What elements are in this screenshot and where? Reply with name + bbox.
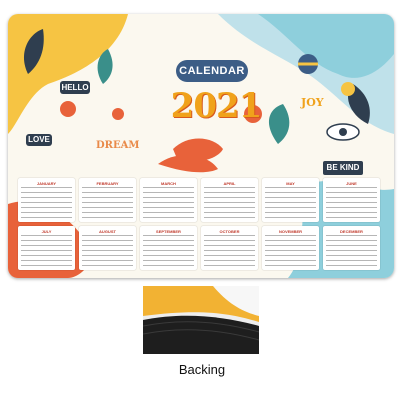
month-card: OCTOBER <box>201 226 258 270</box>
month-days <box>143 187 194 219</box>
month-card: APRIL <box>201 178 258 222</box>
month-days <box>326 235 377 267</box>
month-days <box>204 187 255 219</box>
month-name: SEPTEMBER <box>156 229 181 234</box>
month-days <box>82 235 133 267</box>
rubber-backing-illustration <box>143 286 259 354</box>
calendar-year: 2021 <box>170 86 263 126</box>
month-name: JUNE <box>346 181 357 186</box>
month-name: OCTOBER <box>219 229 240 234</box>
calendar-mousepad: CALENDAR 2021 HELLO DREAM JOY BE KIND LO… <box>8 14 394 278</box>
month-card: JULY <box>18 226 75 270</box>
month-days <box>82 187 133 219</box>
joy-sticker: JOY <box>301 96 324 109</box>
month-name: MARCH <box>161 181 176 186</box>
month-card: NOVEMBER <box>262 226 319 270</box>
month-name: FEBRUARY <box>96 181 119 186</box>
month-name: JANUARY <box>36 181 57 186</box>
be-kind-sticker: BE KIND <box>323 161 363 175</box>
month-days <box>21 235 72 267</box>
month-name: DECEMBER <box>340 229 363 234</box>
month-card: DECEMBER <box>323 226 380 270</box>
calendar-title-badge: CALENDAR <box>176 60 248 82</box>
month-name: AUGUST <box>99 229 116 234</box>
month-days <box>265 187 316 219</box>
love-sticker: LOVE <box>26 134 52 146</box>
hello-sticker: HELLO <box>60 81 90 94</box>
month-days <box>21 187 72 219</box>
month-name: APRIL <box>223 181 236 186</box>
month-days <box>204 235 255 267</box>
month-card: MARCH <box>140 178 197 222</box>
month-card: MAY <box>262 178 319 222</box>
month-days <box>265 235 316 267</box>
month-grid: JANUARY FEBRUARY MARCH APRIL MAY JUNE JU… <box>18 178 382 272</box>
month-name: JULY <box>41 229 52 234</box>
month-card: AUGUST <box>79 226 136 270</box>
month-name: NOVEMBER <box>278 229 303 234</box>
backing-detail-photo <box>143 286 259 354</box>
month-card: SEPTEMBER <box>140 226 197 270</box>
month-card: FEBRUARY <box>79 178 136 222</box>
month-card: JUNE <box>323 178 380 222</box>
month-days <box>326 187 377 219</box>
month-days <box>143 235 194 267</box>
dream-sticker: DREAM <box>96 140 140 151</box>
month-name: MAY <box>286 181 295 186</box>
month-card: JANUARY <box>18 178 75 222</box>
backing-caption: Backing <box>178 362 226 377</box>
